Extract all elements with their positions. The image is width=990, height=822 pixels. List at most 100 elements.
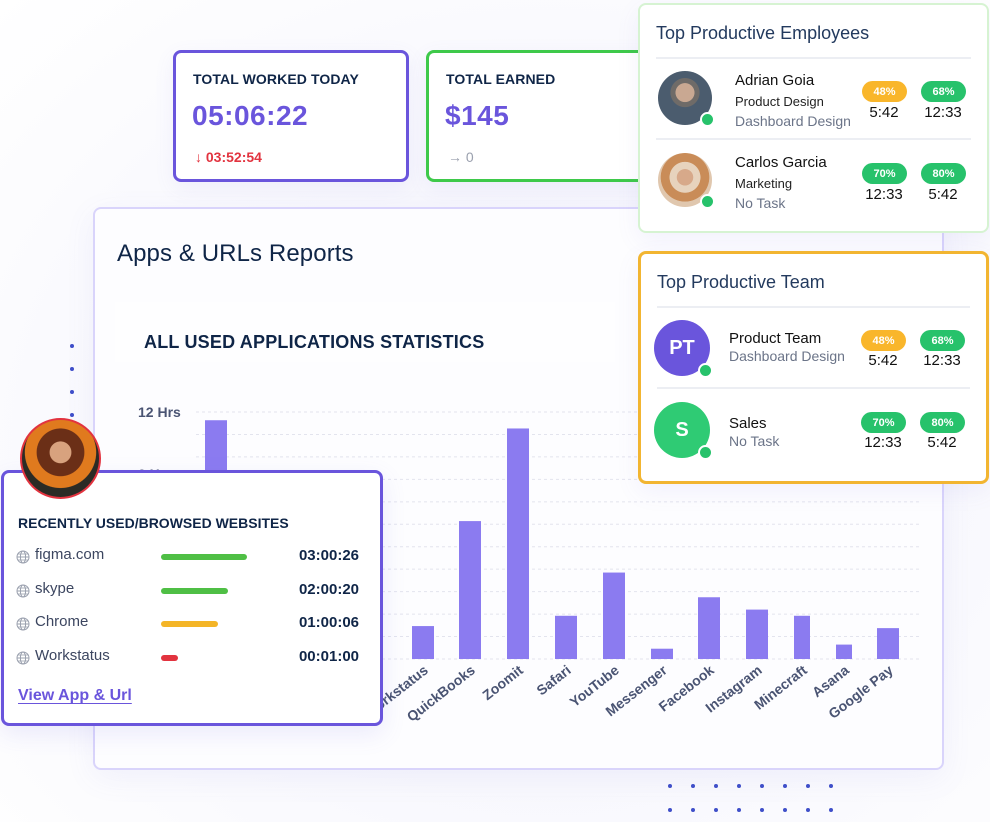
total-earned-delta: → 0: [448, 149, 474, 165]
productive-time: 12:33: [924, 104, 962, 121]
online-status-icon: [698, 363, 713, 378]
decorative-dot: [760, 784, 764, 788]
team-card-title: Top Productive Team: [657, 272, 825, 292]
employee-name: Carlos Garcia: [735, 154, 827, 171]
team-initials: PT: [669, 336, 695, 359]
website-name: figma.com: [35, 546, 105, 563]
employees-card-title: Top Productive Employees: [656, 23, 870, 43]
team-task: No Task: [729, 433, 780, 449]
website-name: Chrome: [35, 613, 89, 630]
decorative-dot: [806, 784, 810, 788]
divider: [656, 57, 971, 59]
productive-time: 12:33: [923, 352, 961, 369]
online-status-icon: [700, 112, 715, 127]
usage-bar: [161, 554, 247, 560]
productivity-badge: 80%: [920, 412, 965, 433]
decorative-dot: [714, 784, 718, 788]
total-earned-label: TOTAL EARNED: [446, 71, 556, 87]
employee-row[interactable]: Carlos Garcia Marketing No Task 70% 12:3…: [640, 143, 987, 223]
decorative-dot: [668, 808, 672, 812]
decorative-dot: [783, 808, 787, 812]
usage-bar: [161, 655, 178, 661]
team-initials: S: [675, 418, 689, 441]
productive-time: 5:42: [869, 104, 899, 121]
employee-department: Marketing: [735, 176, 793, 191]
productivity-badge: 68%: [920, 330, 965, 351]
decorative-dot: [806, 808, 810, 812]
decorative-dot: [737, 784, 741, 788]
employee-name: Adrian Goia: [735, 72, 815, 89]
website-row[interactable]: figma.com 03:00:26: [4, 546, 380, 570]
total-worked-today-card: TOTAL WORKED TODAY 05:06:22 ↓ 03:52:54: [173, 50, 409, 182]
total-worked-value: 05:06:22: [192, 100, 309, 131]
website-time: 03:00:26: [298, 547, 359, 564]
recently-used-websites-card: RECENTLY USED/BROWSED WEBSITES figma.com…: [1, 470, 383, 726]
website-name: skype: [35, 580, 75, 597]
team-row[interactable]: S Sales No Task 70% 12:33 80% 5:42: [641, 392, 986, 472]
decorative-dot: [691, 808, 695, 812]
team-avatar: PT: [654, 320, 713, 378]
productivity-badge: 80%: [921, 163, 966, 184]
usage-bar: [161, 588, 228, 594]
decorative-dot: [70, 413, 74, 417]
chart-title: ALL USED APPLICATIONS STATISTICS: [144, 332, 485, 352]
usage-bar: [161, 621, 218, 627]
website-row[interactable]: Chrome 01:00:06: [4, 613, 380, 637]
employee-task: Dashboard Design: [735, 113, 851, 129]
online-status-icon: [700, 194, 715, 209]
website-time: 00:01:00: [298, 648, 359, 665]
team-name: Sales: [729, 415, 767, 432]
productivity-badge: 70%: [861, 412, 906, 433]
productive-time: 5:42: [868, 352, 898, 369]
top-productive-employees-card: Top Productive Employees Adrian Goia Pro…: [638, 3, 989, 233]
decorative-dot: [714, 808, 718, 812]
user-avatar: [20, 418, 101, 499]
productive-time: 12:33: [865, 186, 903, 203]
decorative-dot: [70, 367, 74, 371]
website-time: 01:00:06: [298, 614, 359, 631]
website-time: 02:00:20: [298, 581, 359, 598]
productivity-badge: 48%: [861, 330, 906, 351]
decorative-dot: [70, 390, 74, 394]
employee-department: Product Design: [735, 94, 824, 109]
total-worked-delta: ↓ 03:52:54: [195, 149, 262, 165]
decorative-dot: [783, 784, 787, 788]
team-row[interactable]: PT Product Team Dashboard Design 48% 5:4…: [641, 310, 986, 390]
total-earned-card: TOTAL EARNED $145 → 0: [426, 50, 664, 182]
divider: [657, 387, 970, 389]
divider: [657, 306, 970, 308]
team-task: Dashboard Design: [729, 348, 845, 364]
decorative-dot: [691, 784, 695, 788]
online-status-icon: [698, 445, 713, 460]
decorative-dot: [668, 784, 672, 788]
view-app-url-link[interactable]: View App & Url: [18, 687, 132, 705]
top-productive-team-card: Top Productive Team PT Product Team Dash…: [638, 251, 989, 484]
websites-card-title: RECENTLY USED/BROWSED WEBSITES: [18, 515, 289, 531]
total-worked-label: TOTAL WORKED TODAY: [193, 71, 359, 87]
decorative-dot: [829, 784, 833, 788]
team-name: Product Team: [729, 330, 822, 347]
productivity-badge: 70%: [862, 163, 907, 184]
website-row[interactable]: Workstatus 00:01:00: [4, 647, 380, 671]
total-earned-value: $145: [445, 100, 510, 131]
report-title: Apps & URLs Reports: [117, 240, 354, 267]
decorative-dot: [70, 344, 74, 348]
productivity-badge: 48%: [862, 81, 907, 102]
globe-icon: [16, 550, 30, 564]
decorative-dot: [829, 808, 833, 812]
globe-icon: [16, 651, 30, 665]
decorative-dot: [760, 808, 764, 812]
productive-time: 12:33: [864, 434, 902, 451]
employee-row[interactable]: Adrian Goia Product Design Dashboard Des…: [640, 61, 987, 141]
employee-avatar: [658, 71, 715, 127]
team-avatar: S: [654, 402, 713, 460]
productive-time: 5:42: [928, 186, 958, 203]
website-row[interactable]: skype 02:00:20: [4, 580, 380, 604]
decorative-dot: [737, 808, 741, 812]
employee-avatar: [658, 153, 715, 209]
website-name: Workstatus: [35, 647, 110, 664]
globe-icon: [16, 617, 30, 631]
productivity-badge: 68%: [921, 81, 966, 102]
globe-icon: [16, 584, 30, 598]
divider: [656, 138, 971, 140]
